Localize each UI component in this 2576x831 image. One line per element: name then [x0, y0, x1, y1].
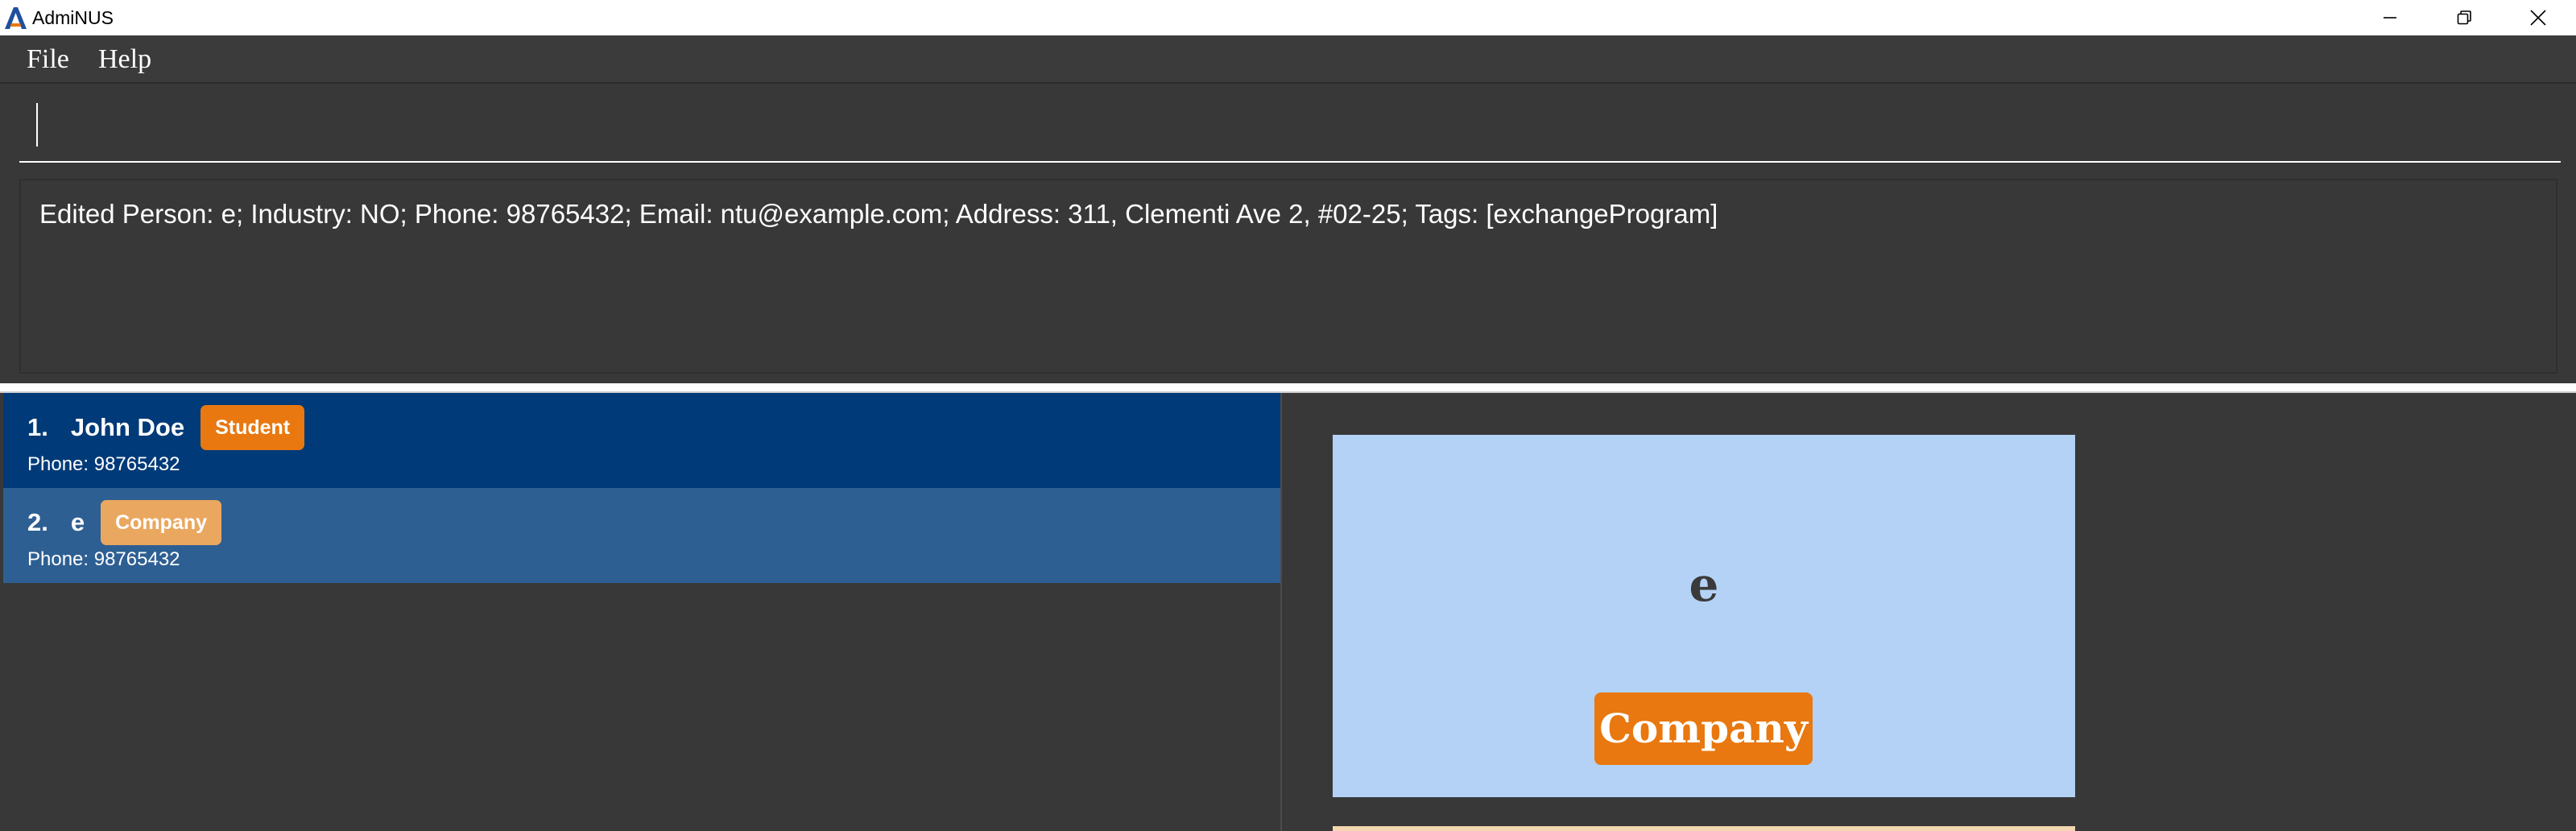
app-logo-icon	[5, 7, 27, 29]
card-index: 1.	[27, 413, 48, 441]
title-bar: AdmiNUS	[0, 0, 2576, 35]
close-icon	[2530, 10, 2546, 26]
restore-button[interactable]	[2427, 0, 2501, 35]
command-input[interactable]	[19, 98, 2561, 163]
tag-company: Company	[101, 500, 222, 545]
result-box[interactable]: Edited Person: e; Industry: NO; Phone: 9…	[19, 179, 2557, 374]
person-detail-pane: e Company	[1282, 393, 2576, 831]
detail-tag-company: Company	[1594, 692, 1813, 765]
person-card-e[interactable]: 2. e Company Phone: 98765432	[3, 488, 1280, 583]
menu-bar: File Help	[0, 35, 2576, 84]
tag-student: Student	[201, 405, 305, 450]
split-divider[interactable]	[0, 383, 2576, 393]
restore-icon	[2457, 10, 2471, 25]
result-display: Edited Person: e; Industry: NO; Phone: 9…	[0, 171, 2576, 383]
person-card-john-doe[interactable]: 1. John Doe Student Phone: 98765432	[3, 393, 1280, 488]
detail-next-section	[1333, 826, 2075, 831]
command-box	[0, 85, 2576, 169]
minimize-button[interactable]	[2353, 0, 2427, 35]
text-caret	[36, 103, 38, 147]
menu-file[interactable]: File	[25, 43, 71, 76]
card-phone: Phone: 98765432	[27, 548, 180, 570]
window-title: AdmiNUS	[32, 7, 114, 28]
person-detail-card: e Company	[1333, 435, 2075, 797]
card-header: 1. John Doe Student	[27, 405, 305, 450]
card-name: e	[70, 508, 85, 536]
close-button[interactable]	[2501, 0, 2575, 35]
minimize-icon	[2384, 17, 2396, 19]
card-index: 2.	[27, 508, 48, 536]
card-phone: Phone: 98765432	[27, 453, 180, 475]
card-name: John Doe	[70, 413, 185, 441]
menu-help[interactable]: Help	[97, 43, 153, 76]
detail-name: e	[1689, 557, 1719, 612]
person-list: 1. John Doe Student Phone: 98765432 2. e…	[0, 393, 1280, 831]
result-text: Edited Person: e; Industry: NO; Phone: 9…	[39, 199, 1718, 229]
card-header: 2. e Company	[27, 500, 222, 545]
